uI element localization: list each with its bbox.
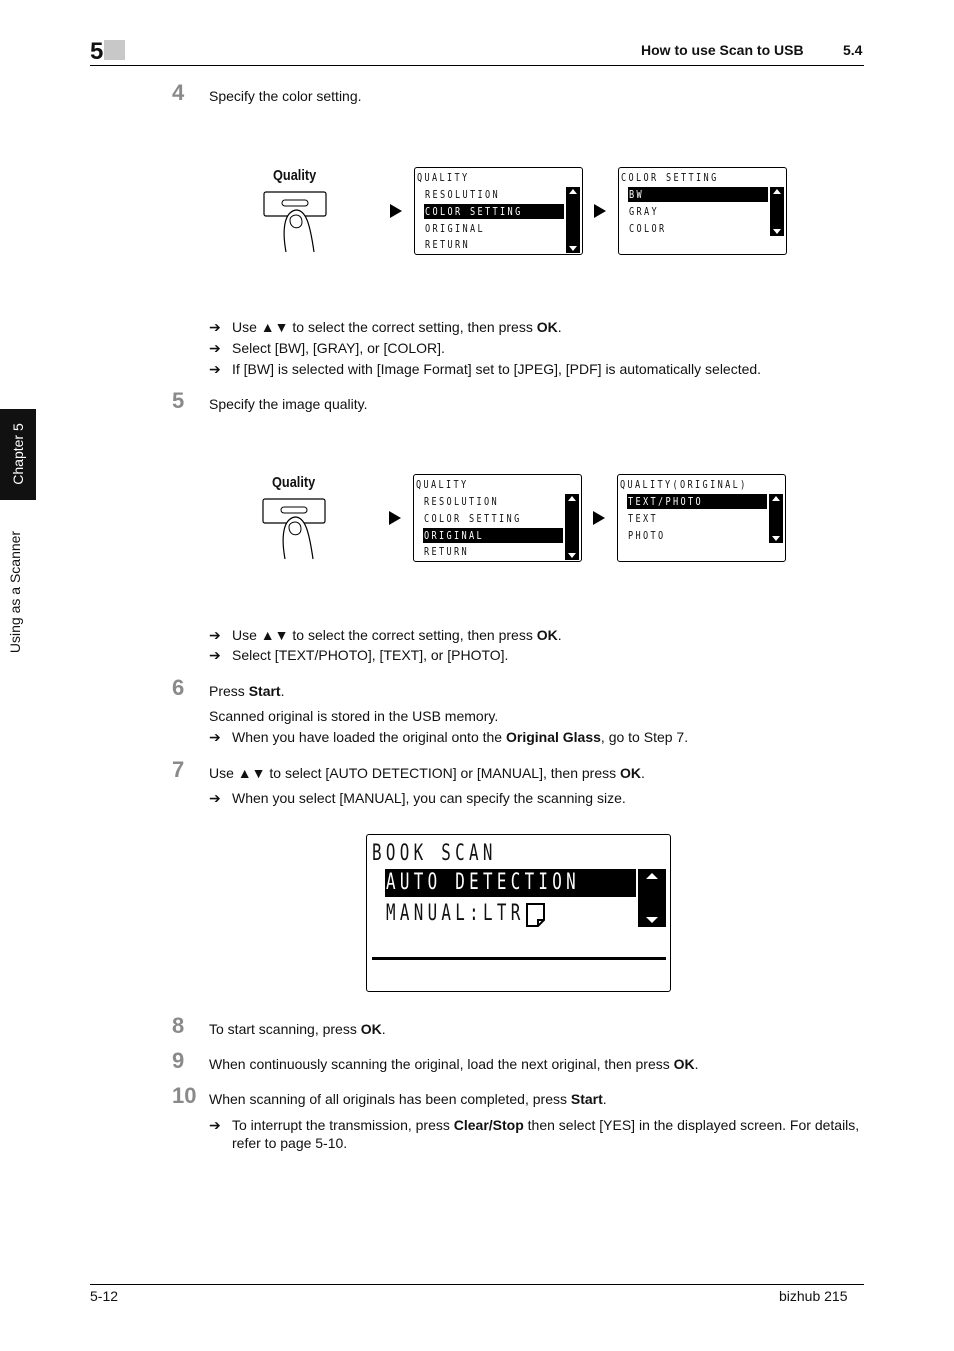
- step-text: Specify the image quality.: [209, 396, 368, 412]
- lcd-quality-menu: QUALITY RESOLUTION COLOR SETTING ORIGINA…: [414, 167, 583, 255]
- step-number: 7: [172, 757, 185, 782]
- lcd-item: PHOTO: [628, 529, 666, 542]
- step-number: 4: [172, 80, 185, 105]
- lcd-scrollbar: [770, 187, 784, 236]
- arrow-bullet-icon: ➔: [209, 361, 221, 377]
- lcd-item: COLOR: [629, 222, 667, 235]
- lcd-item-selected: COLOR SETTING: [425, 205, 523, 218]
- finger-press-icon: [262, 498, 326, 560]
- arrow-bullet-icon: ➔: [209, 729, 221, 745]
- scroll-down-icon: [646, 917, 658, 923]
- quality-button-figure: Quality: [273, 167, 324, 184]
- lcd-divider: [372, 957, 666, 960]
- lcd-title: QUALITY(ORIGINAL): [620, 478, 748, 491]
- lcd-item: ORIGINAL: [425, 222, 486, 235]
- bullet-item: ➔ When you select [MANUAL], you can speci…: [209, 790, 626, 806]
- bullet-item: ➔ When you have loaded the original onto …: [209, 729, 689, 745]
- lcd-title: BOOK SCAN: [372, 841, 497, 866]
- step-text: To start scanning, press OK.: [209, 1021, 386, 1037]
- arrow-bullet-icon: ➔: [209, 627, 221, 643]
- lcd-scrollbar: [565, 494, 579, 560]
- lcd-scrollbar: [769, 494, 783, 543]
- header-divider: [90, 65, 864, 66]
- lcd-item: TEXT: [628, 512, 659, 525]
- bullet-item: ➔ Use ▲▼ to select the correct setting, t…: [209, 319, 562, 335]
- scroll-up-icon: [569, 189, 577, 194]
- step-number: 8: [172, 1013, 185, 1038]
- lcd-item: RESOLUTION: [425, 188, 501, 201]
- step-text: When continuously scanning the original,…: [209, 1056, 699, 1072]
- step-text: Specify the color setting.: [209, 88, 362, 104]
- lcd-item: MANUAL:LTR: [386, 901, 525, 926]
- side-chapter-title: Using as a Scanner: [7, 530, 23, 654]
- lcd-item: COLOR SETTING: [424, 512, 522, 525]
- quality-button-label: Quality: [273, 167, 317, 184]
- lcd-scrollbar: [638, 869, 666, 927]
- bullet-item: ➔ Select [BW], [GRAY], or [COLOR].: [209, 340, 445, 356]
- step-text: Press Start.: [209, 683, 285, 699]
- lcd-item: GRAY: [629, 205, 660, 218]
- scroll-down-icon: [772, 536, 780, 541]
- arrow-right-icon: [594, 204, 606, 218]
- scroll-up-icon: [646, 873, 658, 879]
- step-subtext: Scanned original is stored in the USB me…: [209, 708, 499, 724]
- lcd-title: COLOR SETTING: [621, 171, 719, 184]
- arrow-right-icon: [390, 204, 402, 218]
- scroll-up-icon: [772, 496, 780, 501]
- chapter-number: 5: [90, 38, 104, 65]
- lcd-quality-original: QUALITY(ORIGINAL) TEXT/PHOTO TEXT PHOTO: [617, 474, 786, 562]
- scroll-up-icon: [568, 496, 576, 501]
- scroll-down-icon: [568, 553, 576, 558]
- arrow-bullet-icon: ➔: [209, 790, 221, 806]
- finger-press-icon: [263, 191, 327, 253]
- lcd-book-scan: BOOK SCAN AUTO DETECTION MANUAL:LTR: [366, 834, 671, 992]
- lcd-selection-bar: [628, 187, 768, 202]
- step-number: 6: [172, 675, 185, 700]
- arrow-right-icon: [593, 511, 605, 525]
- product-name: bizhub 215: [779, 1288, 848, 1304]
- lcd-item-selected: BW: [629, 188, 645, 201]
- step-text: Use ▲▼ to select [AUTO DETECTION] or [MA…: [209, 765, 645, 781]
- side-chapter-label: Chapter 5: [10, 423, 26, 485]
- arrow-bullet-icon: ➔: [209, 1117, 221, 1133]
- page-number: 5-12: [90, 1288, 119, 1304]
- chapter-tab-box: [104, 40, 125, 60]
- lcd-color-setting: COLOR SETTING BW GRAY COLOR: [618, 167, 787, 255]
- bullet-item: ➔ To interrupt the transmission, press Cl…: [209, 1117, 860, 1151]
- footer-divider: [90, 1284, 864, 1285]
- lcd-quality-menu: QUALITY RESOLUTION COLOR SETTING ORIGINA…: [413, 474, 582, 562]
- bullet-item: ➔ Select [TEXT/PHOTO], [TEXT], or [PHOTO]…: [209, 647, 509, 663]
- arrow-bullet-icon: ➔: [209, 647, 221, 663]
- lcd-title: QUALITY: [416, 478, 469, 491]
- arrow-right-icon: [389, 511, 401, 525]
- arrow-bullet-icon: ➔: [209, 319, 221, 335]
- section-number: 5.4: [843, 42, 863, 58]
- lcd-item-selected: TEXT/PHOTO: [628, 495, 704, 508]
- lcd-title: QUALITY: [417, 171, 470, 184]
- lcd-item: RESOLUTION: [424, 495, 500, 508]
- step-number: 9: [172, 1048, 185, 1073]
- bullet-item: ➔ If [BW] is selected with [Image Format]…: [209, 361, 762, 377]
- step-number: 10: [172, 1083, 197, 1108]
- lcd-item-selected: AUTO DETECTION: [386, 870, 580, 895]
- section-title: How to use Scan to USB: [641, 42, 804, 58]
- paper-portrait-icon: [526, 903, 545, 927]
- lcd-item: RETURN: [424, 545, 470, 558]
- bullet-item: ➔ Use ▲▼ to select the correct setting, t…: [209, 627, 562, 643]
- lcd-item-selected: ORIGINAL: [424, 529, 485, 542]
- quality-button-label: Quality: [272, 474, 316, 491]
- lcd-scrollbar: [566, 187, 580, 253]
- arrow-bullet-icon: ➔: [209, 340, 221, 356]
- quality-button-figure: Quality: [272, 474, 323, 491]
- scroll-down-icon: [569, 246, 577, 251]
- step-text: When scanning of all originals has been …: [209, 1091, 607, 1107]
- scroll-down-icon: [773, 229, 781, 234]
- lcd-item: RETURN: [425, 238, 471, 251]
- step-number: 5: [172, 388, 185, 413]
- scroll-up-icon: [773, 189, 781, 194]
